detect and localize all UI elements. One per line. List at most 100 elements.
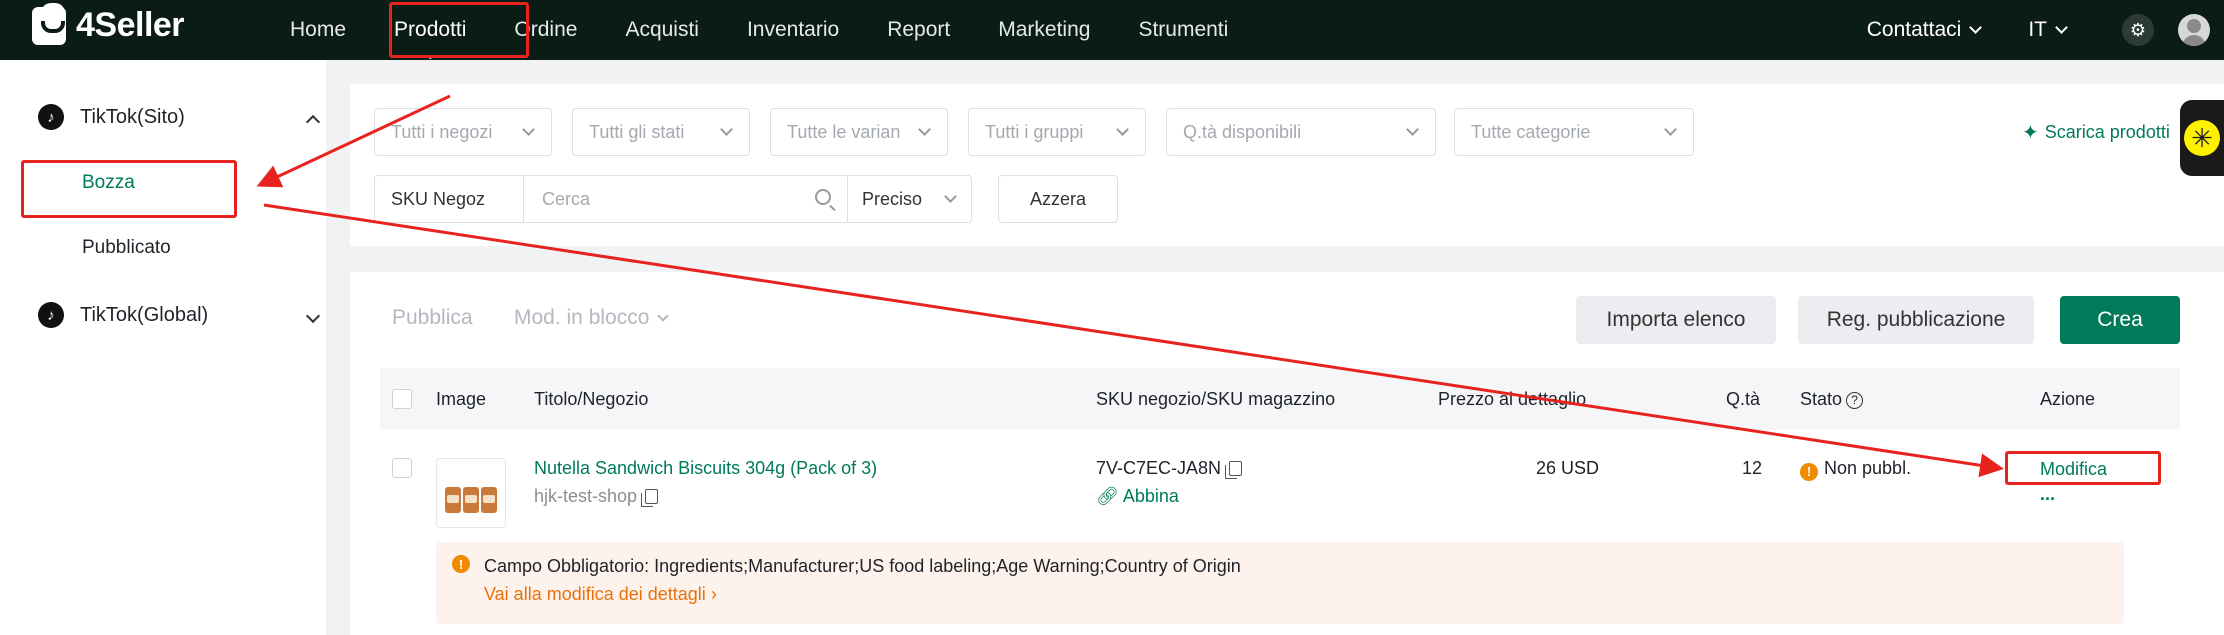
row-checkbox[interactable] <box>392 458 412 478</box>
chevron-down-icon <box>305 304 321 327</box>
col-price: Prezzo al dettaglio <box>1438 389 1587 409</box>
required-fields-alert: ! Campo Obbligatorio: Ingredients;Manufa… <box>436 542 2124 624</box>
match-mode-select[interactable]: Preciso <box>848 175 972 223</box>
chevron-down-icon <box>657 309 670 322</box>
shop-filter-value: Tutti i negozi <box>391 121 493 142</box>
search-field-select[interactable]: SKU Negoz <box>374 175 524 223</box>
sidebar-item-bozza[interactable]: Bozza <box>82 172 135 194</box>
chevron-down-icon <box>2055 21 2068 34</box>
create-button[interactable]: Crea <box>2060 296 2180 344</box>
bulk-edit-label: Mod. in blocco <box>514 306 650 329</box>
col-status: Stato? <box>1800 389 1864 410</box>
status-badge: ! Non pubbl. <box>1800 458 1911 481</box>
search-input[interactable]: Cerca <box>524 175 848 223</box>
nav-ordine[interactable]: Ordine <box>514 18 577 42</box>
shop-name-text: hjk-test-shop <box>534 486 638 506</box>
nav-prodotti-label: Prodotti <box>394 18 467 41</box>
more-actions-button[interactable]: ... <box>2040 484 2055 505</box>
shop-filter-select[interactable]: Tutti i negozi <box>374 108 552 156</box>
sku-cell: 7V-C7EC-JA8N <box>1096 458 1243 479</box>
sparkle-icon: ✦ <box>2022 122 2039 144</box>
logo-bag-icon <box>32 2 66 45</box>
copy-icon[interactable] <box>641 489 659 507</box>
main-nav: Home Prodotti ⌄ Ordine Acquisti Inventar… <box>290 0 1276 62</box>
sidebar-group-label: TikTok(Global) <box>80 303 209 326</box>
nav-inventario[interactable]: Inventario <box>747 18 839 42</box>
filter-panel: Tutti i negozi Tutti gli stati Tutte le … <box>350 84 2224 246</box>
col-status-label: Stato <box>1800 389 1843 409</box>
chevron-right-icon: › <box>710 584 717 604</box>
product-title-link[interactable]: Nutella Sandwich Biscuits 304g (Pack of … <box>534 458 877 479</box>
chevron-up-icon <box>305 110 321 133</box>
help-circle-icon[interactable]: ? <box>1846 392 1864 409</box>
nav-right-group: Contattaci IT ⚙ <box>1867 0 2224 60</box>
chevron-down-icon <box>944 190 957 203</box>
alert-message: Campo Obbligatorio: Ingredients;Manufact… <box>484 556 1241 576</box>
download-products-link[interactable]: ✦ Scarica prodotti <box>2022 120 2170 145</box>
chevron-down-icon <box>1116 123 1129 136</box>
gear-icon[interactable]: ⚙ <box>2122 14 2154 46</box>
warning-icon: ! <box>1800 462 1818 481</box>
quantity-filter-select[interactable]: Q.tà disponibili <box>1166 108 1436 156</box>
nav-prodotti[interactable]: Prodotti ⌄ <box>394 18 467 62</box>
quantity-filter-value: Q.tà disponibili <box>1183 121 1302 142</box>
edit-details-link[interactable]: Vai alla modifica dei dettagli › <box>484 584 717 605</box>
status-filter-value: Tutti gli stati <box>589 121 685 142</box>
nav-home[interactable]: Home <box>290 18 346 42</box>
import-list-button[interactable]: Importa elenco <box>1576 296 1776 344</box>
sidebar-group-tiktok-global[interactable]: ♪ TikTok(Global) <box>38 295 321 335</box>
search-field-value: SKU Negoz <box>391 188 486 209</box>
sidebar-item-pubblicato[interactable]: Pubblicato <box>82 237 171 259</box>
edit-link[interactable]: Modifica <box>2040 459 2107 480</box>
col-sku: SKU negozio/SKU magazzino <box>1096 389 1336 409</box>
contact-menu[interactable]: Contattaci <box>1866 18 1983 42</box>
select-all-checkbox[interactable] <box>392 389 412 409</box>
tiktok-icon: ♪ <box>38 104 64 130</box>
sku-text: 7V-C7EC-JA8N <box>1096 458 1222 478</box>
language-label: IT <box>2028 18 2047 41</box>
variant-filter-select[interactable]: Tutte le varian <box>770 108 948 156</box>
nav-marketing[interactable]: Marketing <box>998 18 1090 42</box>
brand-logo[interactable]: 4Seller <box>32 2 185 45</box>
product-thumbnail[interactable] <box>436 458 506 528</box>
col-action: Azione <box>2040 389 2096 409</box>
group-filter-value: Tutti i gruppi <box>985 121 1084 142</box>
group-filter-select[interactable]: Tutti i gruppi <box>968 108 1146 156</box>
edit-details-label: Vai alla modifica dei dettagli <box>484 584 706 604</box>
variant-filter-value: Tutte le varian <box>787 121 901 142</box>
tiktok-icon: ♪ <box>38 302 64 328</box>
sidebar: ♪ TikTok(Sito) Bozza Pubblicato ♪ TikTok… <box>0 60 326 635</box>
search-icon[interactable] <box>815 189 831 205</box>
publish-button[interactable]: Pubblica <box>392 306 473 330</box>
match-label: Abbina <box>1122 486 1179 506</box>
nav-strumenti[interactable]: Strumenti <box>1138 18 1228 42</box>
bulk-edit-menu[interactable]: Mod. in blocco <box>514 306 670 330</box>
match-sku-link[interactable]: 🔗︎ Abbina <box>1096 486 1179 507</box>
reset-button[interactable]: Azzera <box>998 175 1118 223</box>
status-filter-select[interactable]: Tutti gli stati <box>572 108 750 156</box>
chevron-down-icon <box>720 123 733 136</box>
nav-acquisti[interactable]: Acquisti <box>625 18 699 42</box>
table-header: Image Titolo/Negozio SKU negozio/SKU mag… <box>380 368 2180 430</box>
assistant-widget[interactable]: ✳ <box>2180 100 2224 176</box>
copy-icon[interactable] <box>1225 461 1243 479</box>
contact-label: Contattaci <box>1866 18 1962 41</box>
warning-icon: ! <box>452 555 470 573</box>
search-placeholder: Cerca <box>542 188 591 209</box>
avatar[interactable] <box>2178 14 2210 46</box>
nav-report[interactable]: Report <box>887 18 950 42</box>
chevron-down-icon <box>1969 21 1983 34</box>
chevron-down-icon <box>1664 123 1677 136</box>
chevron-down-icon <box>522 123 535 136</box>
search-group: SKU Negoz Cerca Preciso <box>374 175 972 223</box>
publish-log-button[interactable]: Reg. pubblicazione <box>1798 296 2034 344</box>
chevron-down-icon: ⌄ <box>424 46 437 62</box>
sidebar-group-label: TikTok(Sito) <box>80 105 185 128</box>
chevron-down-icon <box>1406 123 1419 136</box>
sidebar-group-tiktok-sito[interactable]: ♪ TikTok(Sito) <box>38 97 321 137</box>
category-filter-select[interactable]: Tutte categorie <box>1454 108 1694 156</box>
col-qty: Q.tà <box>1726 389 1761 409</box>
qty-cell: 12 <box>1742 458 1763 478</box>
language-menu[interactable]: IT <box>2028 18 2068 42</box>
match-mode-value: Preciso <box>862 188 923 209</box>
